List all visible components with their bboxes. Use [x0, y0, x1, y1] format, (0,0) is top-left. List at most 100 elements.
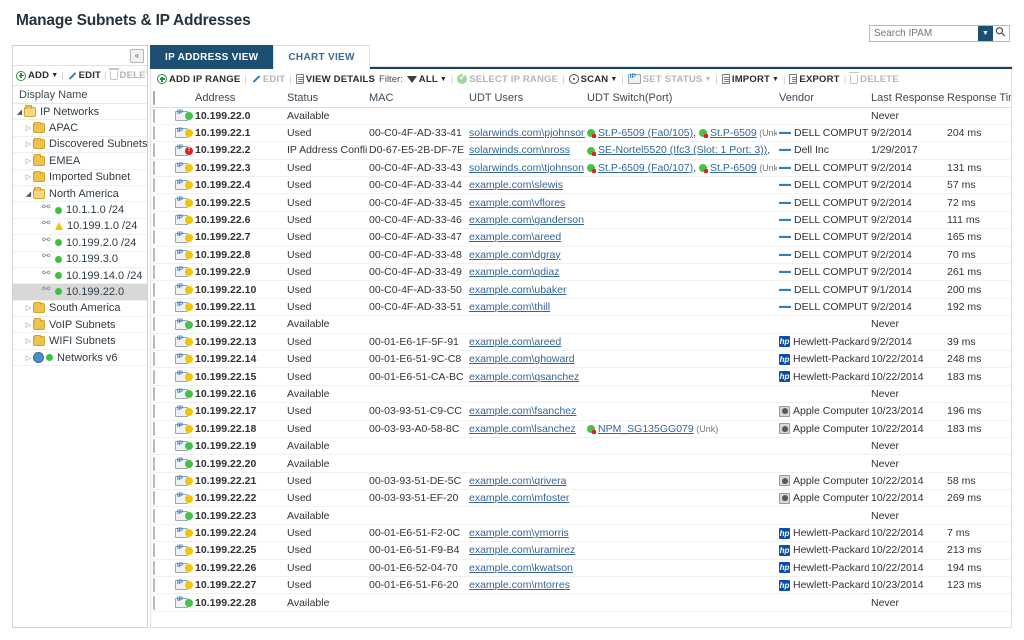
column-header-last-response[interactable]: Last Response: [869, 89, 945, 107]
tree-item-10-199-1-0-24[interactable]: 10.199.1.0 /24: [13, 219, 147, 235]
row-checkbox[interactable]: [153, 213, 155, 227]
table-row[interactable]: 10.199.22.10Used00-C0-4F-AD-33-50example…: [151, 281, 1011, 298]
switch-link[interactable]: NPM_SG135GG079: [598, 423, 694, 435]
row-checkbox[interactable]: [153, 300, 155, 314]
udt-user-link[interactable]: example.com\vflores: [469, 197, 565, 209]
table-row[interactable]: 10.199.22.14Used00-01-E6-51-9C-C8example…: [151, 350, 1011, 367]
column-header-status[interactable]: Status: [285, 89, 367, 107]
udt-user-link[interactable]: example.com\areed: [469, 231, 561, 243]
column-header-mac[interactable]: MAC: [367, 89, 467, 107]
cell-udt-user[interactable]: example.com\ubaker: [467, 281, 585, 298]
table-row[interactable]: 10.199.22.7Used00-C0-4F-AD-33-47example.…: [151, 229, 1011, 246]
udt-user-link[interactable]: example.com\qsanchez: [469, 371, 579, 383]
row-checkbox[interactable]: [153, 283, 155, 297]
udt-user-link[interactable]: example.com\ganderson: [469, 214, 584, 226]
cell-udt-user[interactable]: example.com\qdiaz: [467, 264, 585, 281]
cell-udt-user[interactable]: example.com\mfoster: [467, 490, 585, 507]
column-header-response-time[interactable]: Response Time: [945, 89, 1011, 107]
tree-item-10-199-3-0[interactable]: 10.199.3.0: [13, 252, 147, 268]
tree-item-south-america[interactable]: ▷South America: [13, 301, 147, 317]
table-row[interactable]: 10.199.22.5Used00-C0-4F-AD-33-45example.…: [151, 194, 1011, 211]
cell-udt-user[interactable]: example.com\kwatson: [467, 559, 585, 576]
cell-udt-user[interactable]: example.com\qsanchez: [467, 368, 585, 385]
tree-item-discovered-subnets[interactable]: ▷Discovered Subnets: [13, 137, 147, 153]
udt-user-link[interactable]: example.com\uramirez: [469, 544, 575, 556]
table-row[interactable]: 10.199.22.15Used00-01-E6-51-CA-BCexample…: [151, 368, 1011, 385]
tree-item-apac[interactable]: ▷APAC: [13, 120, 147, 136]
udt-user-link[interactable]: example.com\areed: [469, 336, 561, 348]
udt-user-link[interactable]: example.com\fsanchez: [469, 405, 576, 417]
cell-udt-user[interactable]: example.com\thill: [467, 298, 585, 315]
tree-twisty-down-icon[interactable]: ◢: [15, 108, 24, 116]
tree-twisty-right-icon[interactable]: ▷: [24, 157, 33, 165]
toolbar-all-button[interactable]: ALL▼: [407, 74, 447, 85]
select-all-checkbox[interactable]: [153, 91, 155, 105]
row-checkbox[interactable]: [153, 143, 155, 157]
table-row[interactable]: 10.199.22.3Used00-C0-4F-AD-33-43solarwin…: [151, 159, 1011, 176]
row-checkbox[interactable]: [153, 161, 155, 175]
udt-user-link[interactable]: example.com\dgray: [469, 249, 561, 261]
udt-user-link[interactable]: example.com\ghoward: [469, 353, 575, 365]
row-checkbox[interactable]: [153, 335, 155, 349]
cell-udt-user[interactable]: example.com\areed: [467, 333, 585, 350]
udt-user-link[interactable]: solarwinds.com\tjohnson: [469, 162, 584, 174]
row-checkbox[interactable]: [153, 317, 155, 331]
tree-item-networks-v6[interactable]: ▷Networks v6: [13, 350, 147, 366]
table-row[interactable]: 10.199.22.17Used00-03-93-51-C9-CCexample…: [151, 403, 1011, 420]
row-checkbox[interactable]: [153, 474, 155, 488]
row-checkbox[interactable]: [153, 457, 155, 471]
row-checkbox[interactable]: [153, 509, 155, 523]
table-row[interactable]: 10.199.22.24Used00-01-E6-51-F2-0Cexample…: [151, 524, 1011, 541]
cell-udt-user[interactable]: example.com\ymorris: [467, 524, 585, 541]
tree-twisty-right-icon[interactable]: ▷: [24, 354, 33, 362]
column-header-vendor[interactable]: Vendor: [777, 89, 869, 107]
table-row[interactable]: 10.199.22.6Used00-C0-4F-AD-33-46example.…: [151, 211, 1011, 228]
udt-user-link[interactable]: example.com\kwatson: [469, 562, 573, 574]
toolbar-edit-button[interactable]: EDIT: [67, 70, 101, 81]
switch-link[interactable]: St.P-6509 (Fa0/107): [598, 162, 693, 174]
tree-twisty-right-icon[interactable]: ▷: [24, 321, 33, 329]
table-row[interactable]: 10.199.22.13Used00-01-E6-1F-5F-91example…: [151, 333, 1011, 350]
toolbar-export-button[interactable]: EXPORT: [789, 74, 839, 85]
tree-item-voip-subnets[interactable]: ▷VoIP Subnets: [13, 317, 147, 333]
table-row[interactable]: 10.199.22.12AvailableNever: [151, 316, 1011, 333]
row-checkbox[interactable]: [153, 109, 155, 123]
tree-item-wifi-subnets[interactable]: ▷WIFI Subnets: [13, 333, 147, 349]
row-checkbox[interactable]: [153, 596, 155, 610]
table-row[interactable]: 10.199.22.11Used00-C0-4F-AD-33-51example…: [151, 298, 1011, 315]
tree-item-10-199-14-0-24[interactable]: 10.199.14.0 /24: [13, 268, 147, 284]
udt-user-link[interactable]: example.com\slewis: [469, 179, 563, 191]
cell-udt-user[interactable]: example.com\vflores: [467, 194, 585, 211]
table-row[interactable]: 10.199.22.2IP Address ConflictD0-67-E5-2…: [151, 142, 1011, 159]
cell-udt-user[interactable]: example.com\areed: [467, 229, 585, 246]
tree-item-10-1-1-0-24[interactable]: 10.1.1.0 /24: [13, 202, 147, 218]
tab-ip-address-view[interactable]: IP ADDRESS VIEW: [150, 45, 273, 69]
row-checkbox[interactable]: [153, 526, 155, 540]
udt-user-link[interactable]: example.com\thill: [469, 301, 550, 313]
tree-item-ip-networks[interactable]: ◢IP Networks: [13, 104, 147, 120]
table-row[interactable]: 10.199.22.21Used00-03-93-51-DE-5Cexample…: [151, 472, 1011, 489]
table-row[interactable]: 10.199.22.20AvailableNever: [151, 455, 1011, 472]
cell-udt-user[interactable]: example.com\slewis: [467, 177, 585, 194]
switch-link[interactable]: St.P-6509: [710, 127, 757, 139]
udt-user-link[interactable]: solarwinds.com\pjohnson: [469, 127, 585, 139]
table-row[interactable]: 10.199.22.22Used00-03-93-51-EF-20example…: [151, 490, 1011, 507]
udt-user-link[interactable]: example.com\ymorris: [469, 527, 569, 539]
table-row[interactable]: 10.199.22.23AvailableNever: [151, 507, 1011, 524]
udt-user-link[interactable]: example.com\qrivera: [469, 475, 566, 487]
cell-udt-user[interactable]: example.com\uramirez: [467, 542, 585, 559]
tree-item-emea[interactable]: ▷EMEA: [13, 153, 147, 169]
cell-udt-user[interactable]: example.com\qrivera: [467, 472, 585, 489]
tree-item-10-199-22-0[interactable]: 10.199.22.0: [13, 284, 147, 300]
table-row[interactable]: 10.199.22.18Used00-03-93-A0-58-8Cexample…: [151, 420, 1011, 437]
search-input[interactable]: [870, 26, 978, 41]
row-checkbox[interactable]: [153, 387, 155, 401]
table-row[interactable]: 10.199.22.28AvailableNever: [151, 594, 1011, 611]
row-checkbox[interactable]: [153, 422, 155, 436]
row-checkbox[interactable]: [153, 578, 155, 592]
udt-user-link[interactable]: example.com\mtorres: [469, 579, 570, 591]
chevron-down-icon[interactable]: ▼: [978, 26, 993, 41]
switch-link[interactable]: St.P-6509: [710, 162, 757, 174]
cell-udt-user[interactable]: solarwinds.com\pjohnson: [467, 124, 585, 141]
row-checkbox[interactable]: [153, 352, 155, 366]
